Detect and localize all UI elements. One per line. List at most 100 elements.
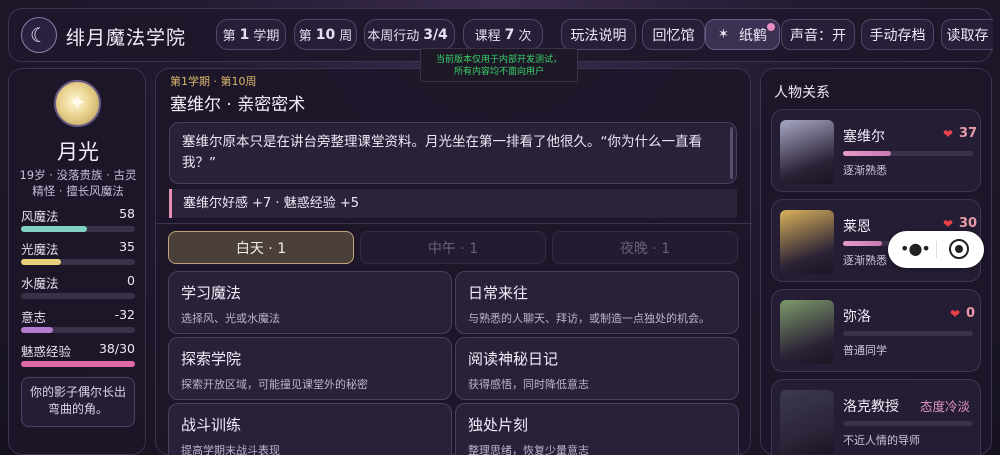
capsule-divider bbox=[936, 241, 937, 258]
rules-button[interactable]: 玩法说明 bbox=[561, 19, 636, 50]
load-save-button[interactable]: 读取存 bbox=[941, 19, 993, 50]
heart-icon: ❤ bbox=[950, 307, 961, 321]
stat-bar bbox=[21, 293, 135, 299]
affection-bar-fill bbox=[843, 241, 882, 246]
activity-combat-training[interactable]: 战斗训练 提高学期末战斗表现 bbox=[168, 403, 452, 455]
character-name: 弥洛 bbox=[843, 309, 871, 325]
story-scrollbar[interactable] bbox=[730, 127, 733, 179]
activity-title: 战斗训练 bbox=[181, 416, 242, 434]
affection-value: 37 bbox=[959, 126, 978, 141]
activity-explore-academy[interactable]: 探索学院 探索开放区域，可能撞见课堂外的秘密 bbox=[168, 337, 452, 400]
week-value: 10 bbox=[315, 26, 336, 43]
term-pill: 第 1 学期 bbox=[216, 19, 286, 50]
event-term: 第1学期 · 第10周 bbox=[170, 75, 257, 88]
paper-crane-icon: ✶ bbox=[718, 27, 729, 42]
activity-desc: 整理思绪，恢复少量意志 bbox=[468, 444, 589, 455]
activity-title: 阅读神秘日记 bbox=[468, 350, 559, 368]
stat-bar-fill bbox=[21, 259, 61, 265]
actions-value: 3/4 bbox=[423, 26, 448, 43]
player-avatar: ✦ bbox=[54, 80, 101, 127]
activity-title: 学习魔法 bbox=[181, 284, 242, 302]
actions-label: 本周行动 bbox=[367, 29, 420, 44]
stat-bar bbox=[21, 327, 135, 333]
stat-label: 魅惑经验 bbox=[21, 344, 72, 359]
activity-solitude[interactable]: 独处片刻 整理思绪，恢复少量意志 bbox=[455, 403, 739, 455]
character-name: 洛克教授 bbox=[843, 399, 899, 415]
relation-card-professor[interactable]: 洛克教授 态度冷淡 不近人情的导师 bbox=[771, 379, 981, 455]
more-options-icon[interactable]: •●• bbox=[900, 239, 931, 258]
player-bio: 19岁 · 没落贵族 · 古灵精怪 · 擅长风魔法 bbox=[19, 168, 137, 198]
character-portrait bbox=[780, 300, 834, 364]
activity-desc: 选择风、光或水魔法 bbox=[181, 312, 280, 325]
stat-bar bbox=[21, 361, 135, 367]
moon-logo-icon: ☾ bbox=[21, 17, 57, 53]
stat-label: 水魔法 bbox=[21, 276, 59, 291]
relation-status: 逐渐熟悉 bbox=[843, 164, 887, 177]
relation-status: 普通同学 bbox=[843, 344, 887, 357]
week-pill: 第 10 周 bbox=[294, 19, 357, 50]
target-center bbox=[955, 245, 963, 253]
attitude-label: 态度冷淡 bbox=[919, 399, 970, 414]
tab-daytime[interactable]: 白天 · 1 bbox=[168, 231, 354, 264]
floating-menu-capsule[interactable]: •●• bbox=[888, 231, 984, 268]
shadow-status-text: 你的影子偶尔长出弯曲的角。 bbox=[21, 377, 135, 427]
close-target-icon[interactable] bbox=[949, 239, 969, 259]
stat-value: 0 bbox=[127, 273, 135, 288]
story-text-box[interactable]: 塞维尔原本只是在讲台旁整理课堂资料。月光坐在第一排看了他很久。“你为什么一直看我… bbox=[169, 122, 737, 184]
event-title: 塞维尔 · 亲密密术 bbox=[170, 95, 306, 115]
notice-line-1: 当前版本仅用于内部开发测试， bbox=[435, 55, 562, 65]
character-portrait bbox=[780, 390, 834, 454]
stat-label: 光魔法 bbox=[21, 242, 59, 257]
relation-status: 不近人情的导师 bbox=[843, 434, 920, 447]
memories-button[interactable]: 回忆馆 bbox=[642, 19, 705, 50]
affection-bar bbox=[843, 331, 973, 336]
notification-dot bbox=[767, 23, 775, 31]
affection-value: 0 bbox=[966, 306, 976, 321]
character-name: 塞维尔 bbox=[843, 129, 885, 145]
courses-label: 课程 bbox=[474, 29, 501, 44]
activity-title: 独处片刻 bbox=[468, 416, 529, 434]
activity-title: 探索学院 bbox=[181, 350, 242, 368]
stat-bar-fill bbox=[21, 361, 135, 367]
activity-desc: 探索开放区域，可能撞见课堂外的秘密 bbox=[181, 378, 368, 391]
sparkle-icon: ✦ bbox=[68, 91, 87, 116]
relation-status: 逐渐熟悉 bbox=[843, 254, 887, 267]
week-unit: 周 bbox=[339, 29, 353, 44]
dev-notice: 当前版本仅用于内部开发测试， 所有内容均不面向用户 bbox=[420, 48, 578, 82]
event-result: 塞维尔好感 +7 · 魅惑经验 +5 bbox=[169, 189, 737, 218]
term-value: 1 bbox=[239, 26, 250, 43]
character-name: 莱恩 bbox=[843, 219, 871, 235]
stat-value: 38/30 bbox=[98, 341, 135, 356]
crane-label: 纸鹤 bbox=[738, 27, 767, 44]
activity-read-diary[interactable]: 阅读神秘日记 获得感悟，同时降低意志 bbox=[455, 337, 739, 400]
tab-noon[interactable]: 中午 · 1 bbox=[360, 231, 546, 264]
tab-night[interactable]: 夜晚 · 1 bbox=[552, 231, 738, 264]
story-text: 塞维尔原本只是在讲台旁整理课堂资料。月光坐在第一排看了他很久。“你为什么一直看我… bbox=[182, 134, 702, 171]
relation-card-milo[interactable]: 弥洛 ❤ 0 普通同学 bbox=[771, 289, 981, 372]
courses-unit: 次 bbox=[518, 29, 532, 44]
affection-bar-fill bbox=[843, 151, 892, 156]
activity-study-magic[interactable]: 学习魔法 选择风、光或水魔法 bbox=[168, 271, 452, 334]
sound-toggle-button[interactable]: 声音：开 bbox=[781, 19, 855, 50]
crane-button[interactable]: ✶ 纸鹤 bbox=[705, 19, 780, 50]
affection-bar bbox=[843, 421, 973, 426]
relation-card-severe[interactable]: 塞维尔 ❤ 37 逐渐熟悉 bbox=[771, 109, 981, 192]
affection-bar bbox=[843, 151, 973, 156]
activity-daily-social[interactable]: 日常来往 与熟悉的人聊天、拜访，或制造一点独处的机会。 bbox=[455, 271, 739, 334]
stat-bar-fill bbox=[21, 327, 53, 333]
activity-desc: 与熟悉的人聊天、拜访，或制造一点独处的机会。 bbox=[468, 312, 710, 325]
divider bbox=[156, 223, 752, 224]
stat-value: 58 bbox=[119, 206, 135, 221]
term-label: 第 bbox=[222, 29, 236, 44]
manual-save-button[interactable]: 手动存档 bbox=[861, 19, 934, 50]
stat-label: 意志 bbox=[21, 310, 47, 325]
stat-value: -32 bbox=[114, 307, 135, 322]
week-label: 第 bbox=[298, 29, 312, 44]
term-unit: 学期 bbox=[253, 29, 280, 44]
notice-line-2: 所有内容均不面向用户 bbox=[453, 67, 544, 77]
relations-title: 人物关系 bbox=[774, 85, 830, 101]
heart-icon: ❤ bbox=[943, 127, 954, 141]
character-portrait bbox=[780, 120, 834, 184]
event-panel: 第1学期 · 第10周 塞维尔 · 亲密密术 塞维尔原本只是在讲台旁整理课堂资料… bbox=[155, 68, 752, 455]
player-panel: ✦ 月光 19岁 · 没落贵族 · 古灵精怪 · 擅长风魔法 风魔法 58 光魔… bbox=[8, 68, 146, 455]
